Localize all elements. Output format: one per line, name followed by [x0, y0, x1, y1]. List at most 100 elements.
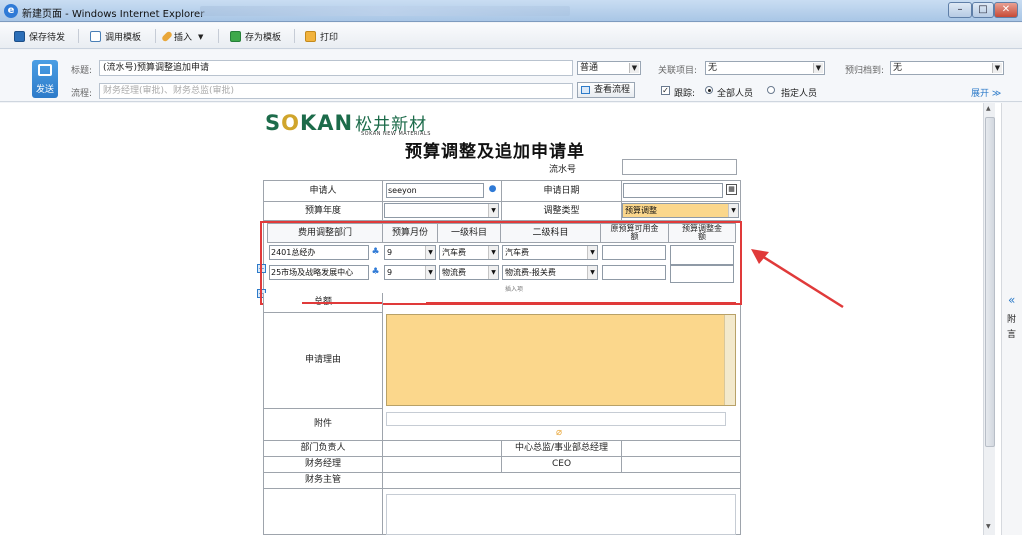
- view-flow-label: 查看流程: [594, 85, 631, 95]
- blurred-tabs: [200, 6, 570, 16]
- dept-head-field[interactable]: [382, 440, 502, 457]
- chevron-down-icon: ▼: [728, 204, 738, 217]
- sidepanel-label-2[interactable]: 言: [1007, 327, 1016, 340]
- title-label: 标题:: [71, 66, 93, 76]
- finance-manager-field[interactable]: [382, 456, 502, 473]
- serial-field: [622, 159, 737, 175]
- send-button[interactable]: 发送: [32, 60, 58, 98]
- expand-link[interactable]: 展开 ≫: [971, 86, 1001, 99]
- related-project-label: 关联项目:: [658, 66, 698, 76]
- sidepanel-label-1[interactable]: 附: [1007, 312, 1016, 325]
- scroll-down-icon[interactable]: ▼: [986, 523, 991, 530]
- print-label: 打印: [320, 33, 339, 43]
- extra-textarea[interactable]: [386, 494, 736, 535]
- related-project-value: 无: [708, 63, 718, 73]
- save-pending-button[interactable]: 保存待发: [14, 29, 65, 44]
- form-title: 预算调整及追加申请单: [405, 142, 585, 162]
- attachment-sidepanel: « 附 言: [1001, 103, 1022, 535]
- ceo-label: CEO: [501, 456, 622, 473]
- priority-select[interactable]: 普通 ▼: [577, 61, 641, 75]
- annotation-strike: [302, 302, 382, 304]
- track-checkbox[interactable]: ✓: [661, 86, 670, 95]
- scroll-up-icon[interactable]: ▲: [986, 105, 991, 112]
- save-pending-label: 保存待发: [29, 33, 66, 43]
- reason-label: 申请理由: [263, 312, 383, 409]
- calendar-icon[interactable]: ▦: [726, 184, 737, 195]
- call-template-button[interactable]: 调用模板: [90, 29, 141, 44]
- adjust-type-label: 调整类型: [501, 201, 622, 221]
- track-label: 跟踪:: [674, 89, 696, 99]
- flow-label: 流程:: [71, 89, 93, 99]
- annotation-strike: [426, 302, 736, 304]
- chevron-down-icon: ▼: [488, 204, 498, 217]
- title-input[interactable]: (流水号)预算调整追加申请: [99, 60, 573, 76]
- center-head-field[interactable]: [621, 440, 741, 457]
- center-head-label: 中心总监/事业部总经理: [501, 440, 622, 457]
- chevron-down-icon: ▼: [198, 32, 204, 41]
- paperclip-icon[interactable]: ⌀: [556, 427, 562, 438]
- person-select-icon[interactable]: ●: [488, 185, 497, 194]
- toolbar-divider: [218, 29, 219, 43]
- adjust-type-value: 预算调整: [625, 206, 657, 215]
- extra-label-cell: [263, 488, 383, 535]
- dept-head-label: 部门负责人: [263, 440, 383, 457]
- print-button[interactable]: 打印: [305, 29, 338, 44]
- scrollbar-thumb[interactable]: [985, 117, 995, 447]
- serial-label: 流水号: [549, 165, 577, 175]
- close-button[interactable]: ✕: [994, 2, 1018, 18]
- budget-year-select[interactable]: ▼: [384, 203, 499, 218]
- printer-icon: [305, 31, 316, 42]
- ceo-field[interactable]: [621, 456, 741, 473]
- flow-input[interactable]: 财务经理(审批)、财务总监(审批): [99, 83, 573, 99]
- view-flow-button[interactable]: 查看流程: [577, 82, 635, 98]
- finance-chief-field[interactable]: [382, 472, 741, 489]
- window-titlebar: e 新建页面 - Windows Internet Explorer – □ ✕: [0, 0, 1022, 22]
- applicant-label: 申请人: [263, 180, 383, 202]
- maximize-button[interactable]: □: [972, 2, 994, 18]
- applicant-input[interactable]: seeyon: [386, 183, 484, 198]
- specific-people-radio[interactable]: [767, 86, 775, 94]
- floppy-icon: [14, 31, 25, 42]
- chevron-down-icon: ▼: [629, 63, 639, 73]
- form-content: SOKAN 松井新材 SOKAN NEW MATERIALS 预算调整及追加申请单…: [0, 103, 1001, 535]
- reason-scrollbar[interactable]: [724, 315, 735, 405]
- priority-value: 普通: [580, 63, 599, 73]
- all-people-label: 全部人员: [717, 89, 754, 99]
- template-icon: [90, 31, 101, 42]
- toolbar-divider: [294, 29, 295, 43]
- archive-value: 无: [893, 63, 903, 73]
- apply-date-input[interactable]: [623, 183, 723, 198]
- toolbar-divider: [155, 29, 156, 43]
- finance-manager-label: 财务经理: [263, 456, 383, 473]
- apply-date-label: 申请日期: [501, 180, 622, 202]
- send-label: 发送: [35, 85, 54, 95]
- flow-icon: [581, 86, 590, 94]
- send-icon: [38, 64, 52, 76]
- collapse-chevron-icon[interactable]: «: [1008, 293, 1015, 307]
- toolbar: 保存待发 调用模板 插入 ▼ 存为模板 打印: [0, 23, 1022, 49]
- ie-icon: e: [4, 4, 18, 18]
- insert-label: 插入: [174, 33, 193, 43]
- compose-header: 发送 标题: (流水号)预算调整追加申请 流程: 财务经理(审批)、财务总监(审…: [0, 50, 1022, 102]
- finance-chief-label: 财务主管: [263, 472, 383, 489]
- specific-people-label: 指定人员: [781, 89, 818, 99]
- save-template-button[interactable]: 存为模板: [230, 29, 281, 44]
- window-title: 新建页面 - Windows Internet Explorer: [22, 9, 205, 20]
- page-scrollbar[interactable]: ▲ ▼: [983, 103, 995, 535]
- save-template-icon: [230, 31, 241, 42]
- reason-textarea[interactable]: [386, 314, 736, 406]
- expand-label: 展开: [971, 89, 990, 99]
- related-project-select[interactable]: 无 ▼: [705, 61, 825, 75]
- annotation-arrow: [751, 249, 844, 309]
- all-people-radio[interactable]: [705, 86, 713, 94]
- chevron-down-icon: ▼: [992, 63, 1002, 73]
- archive-select[interactable]: 无 ▼: [890, 61, 1004, 75]
- budget-year-label: 预算年度: [263, 201, 383, 221]
- minimize-button[interactable]: –: [948, 2, 972, 18]
- paperclip-icon: [160, 30, 174, 43]
- call-template-label: 调用模板: [105, 33, 142, 43]
- attachment-field[interactable]: [386, 412, 726, 426]
- attachment-label: 附件: [263, 408, 383, 441]
- adjust-type-select[interactable]: 预算调整 ▼: [622, 203, 739, 218]
- insert-button[interactable]: 插入 ▼: [160, 29, 204, 44]
